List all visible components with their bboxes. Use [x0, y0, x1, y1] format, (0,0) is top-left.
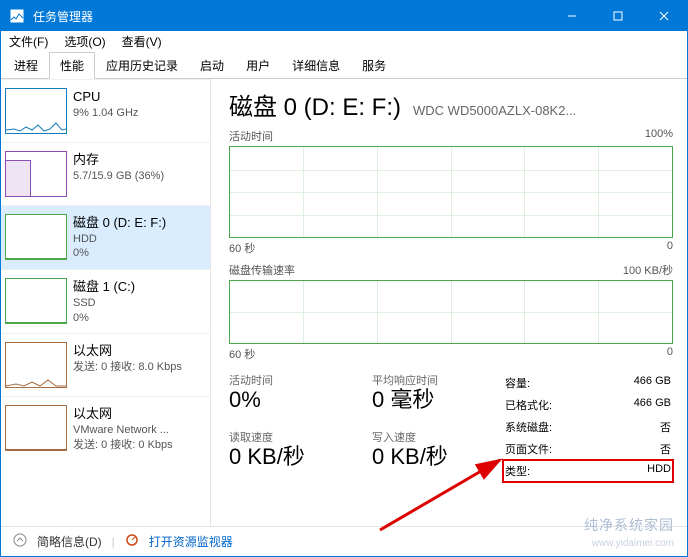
- formatted-value: 466 GB: [634, 397, 671, 413]
- disk-thumb: [5, 214, 67, 260]
- capacity-key: 容量:: [505, 375, 530, 391]
- sidebar-item-disk0[interactable]: 磁盘 0 (D: E: F:) HDD 0%: [1, 205, 210, 269]
- tabbar: 进程 性能 应用历史记录 启动 用户 详细信息 服务: [1, 51, 687, 79]
- maximize-button[interactable]: [595, 1, 641, 31]
- window-controls: [549, 1, 687, 31]
- sidebar-item-memory[interactable]: 内存 5.7/15.9 GB (36%): [1, 142, 210, 205]
- stat-read-speed: 读取速度 0 KB/秒: [229, 429, 348, 469]
- fewer-details-link[interactable]: 简略信息(D): [37, 533, 102, 550]
- formatted-key: 已格式化:: [505, 397, 552, 413]
- type-row-highlighted: 类型: HDD: [503, 460, 673, 482]
- sidebar[interactable]: CPU 9% 1.04 GHz 内存 5.7/15.9 GB (36%) 磁盘 …: [1, 79, 211, 526]
- chart-area: [229, 146, 673, 238]
- chart-max: 100%: [645, 128, 673, 144]
- sidebar-item-sub2: 发送: 0 接收: 0 Kbps: [73, 438, 173, 453]
- stat-active-time: 活动时间 0%: [229, 372, 348, 412]
- sidebar-item-sub2: 0%: [73, 246, 166, 261]
- tab-performance[interactable]: 性能: [49, 52, 95, 79]
- type-key: 类型:: [505, 463, 530, 479]
- menu-file[interactable]: 文件(F): [7, 32, 50, 51]
- sidebar-item-sub: VMware Network ...: [73, 423, 173, 438]
- pagefile-key: 页面文件:: [505, 441, 552, 457]
- disk-thumb: [5, 278, 67, 324]
- ethernet-thumb: [5, 342, 67, 388]
- disk-properties: 容量: 466 GB 已格式化: 466 GB 系统磁盘: 否 页面文件: 否 类型: H…: [503, 372, 673, 482]
- menubar: 文件(F) 选项(O) 查看(V): [1, 31, 687, 51]
- ethernet-thumb: [5, 405, 67, 451]
- sidebar-item-label: 以太网: [73, 405, 173, 423]
- chart-label: 活动时间: [229, 128, 273, 144]
- chart-foot: 60 秒: [229, 346, 255, 362]
- chart-transfer-rate: 磁盘传输速率 100 KB/秒 60 秒0: [229, 262, 673, 362]
- close-button[interactable]: [641, 1, 687, 31]
- sidebar-item-label: 内存: [73, 151, 164, 169]
- open-resmon-link[interactable]: 打开资源监视器: [149, 533, 233, 550]
- sidebar-item-sub: 9% 1.04 GHz: [73, 106, 138, 121]
- tab-startup[interactable]: 启动: [189, 52, 235, 79]
- app-icon: [9, 8, 25, 24]
- sidebar-item-label: 磁盘 1 (C:): [73, 278, 135, 296]
- chart-label: 磁盘传输速率: [229, 262, 295, 278]
- sidebar-item-label: CPU: [73, 88, 138, 106]
- sidebar-item-disk1[interactable]: 磁盘 1 (C:) SSD 0%: [1, 269, 210, 333]
- window-title: 任务管理器: [33, 8, 549, 25]
- chart-area: [229, 280, 673, 344]
- sidebar-item-ethernet-0[interactable]: 以太网 发送: 0 接收: 8.0 Kbps: [1, 333, 210, 396]
- sysdisk-key: 系统磁盘:: [505, 419, 552, 435]
- sidebar-item-sub: HDD: [73, 232, 166, 247]
- sidebar-item-sub: 5.7/15.9 GB (36%): [73, 169, 164, 184]
- type-value: HDD: [647, 463, 671, 479]
- stat-avg-response: 平均响应时间 0 毫秒: [372, 372, 491, 412]
- sidebar-item-label: 磁盘 0 (D: E: F:): [73, 214, 166, 232]
- tab-details[interactable]: 详细信息: [281, 52, 351, 79]
- cpu-thumb: [5, 88, 67, 134]
- sidebar-item-cpu[interactable]: CPU 9% 1.04 GHz: [1, 79, 210, 142]
- chart-foot: 60 秒: [229, 240, 255, 256]
- chevron-up-icon[interactable]: [13, 533, 27, 550]
- chart-max: 100 KB/秒: [623, 262, 673, 278]
- sidebar-item-sub2: 0%: [73, 311, 135, 326]
- menu-view[interactable]: 查看(V): [120, 32, 164, 51]
- footer: 简略信息(D) | 打开资源监视器: [1, 526, 687, 556]
- tab-processes[interactable]: 进程: [3, 52, 49, 79]
- tab-users[interactable]: 用户: [235, 52, 281, 79]
- pagefile-value: 否: [660, 441, 671, 457]
- memory-thumb: [5, 151, 67, 197]
- page-title: 磁盘 0 (D: E: F:): [229, 87, 401, 122]
- sidebar-item-label: 以太网: [73, 342, 182, 360]
- tab-app-history[interactable]: 应用历史记录: [95, 52, 189, 79]
- sidebar-item-ethernet-1[interactable]: 以太网 VMware Network ... 发送: 0 接收: 0 Kbps: [1, 396, 210, 460]
- titlebar: 任务管理器: [1, 1, 687, 31]
- stat-write-speed: 写入速度 0 KB/秒: [372, 429, 491, 469]
- menu-options[interactable]: 选项(O): [62, 32, 107, 51]
- disk-model: WDC WD5000AZLX-08K2...: [413, 103, 576, 118]
- sidebar-item-sub: 发送: 0 接收: 8.0 Kbps: [73, 360, 182, 375]
- resmon-icon: [125, 533, 139, 550]
- capacity-value: 466 GB: [634, 375, 671, 391]
- minimize-button[interactable]: [549, 1, 595, 31]
- chart-active-time: 活动时间 100% 60 秒0: [229, 128, 673, 256]
- tab-services[interactable]: 服务: [351, 52, 397, 79]
- sysdisk-value: 否: [660, 419, 671, 435]
- main-panel: 磁盘 0 (D: E: F:) WDC WD5000AZLX-08K2... 活…: [211, 79, 687, 526]
- sidebar-item-sub: SSD: [73, 296, 135, 311]
